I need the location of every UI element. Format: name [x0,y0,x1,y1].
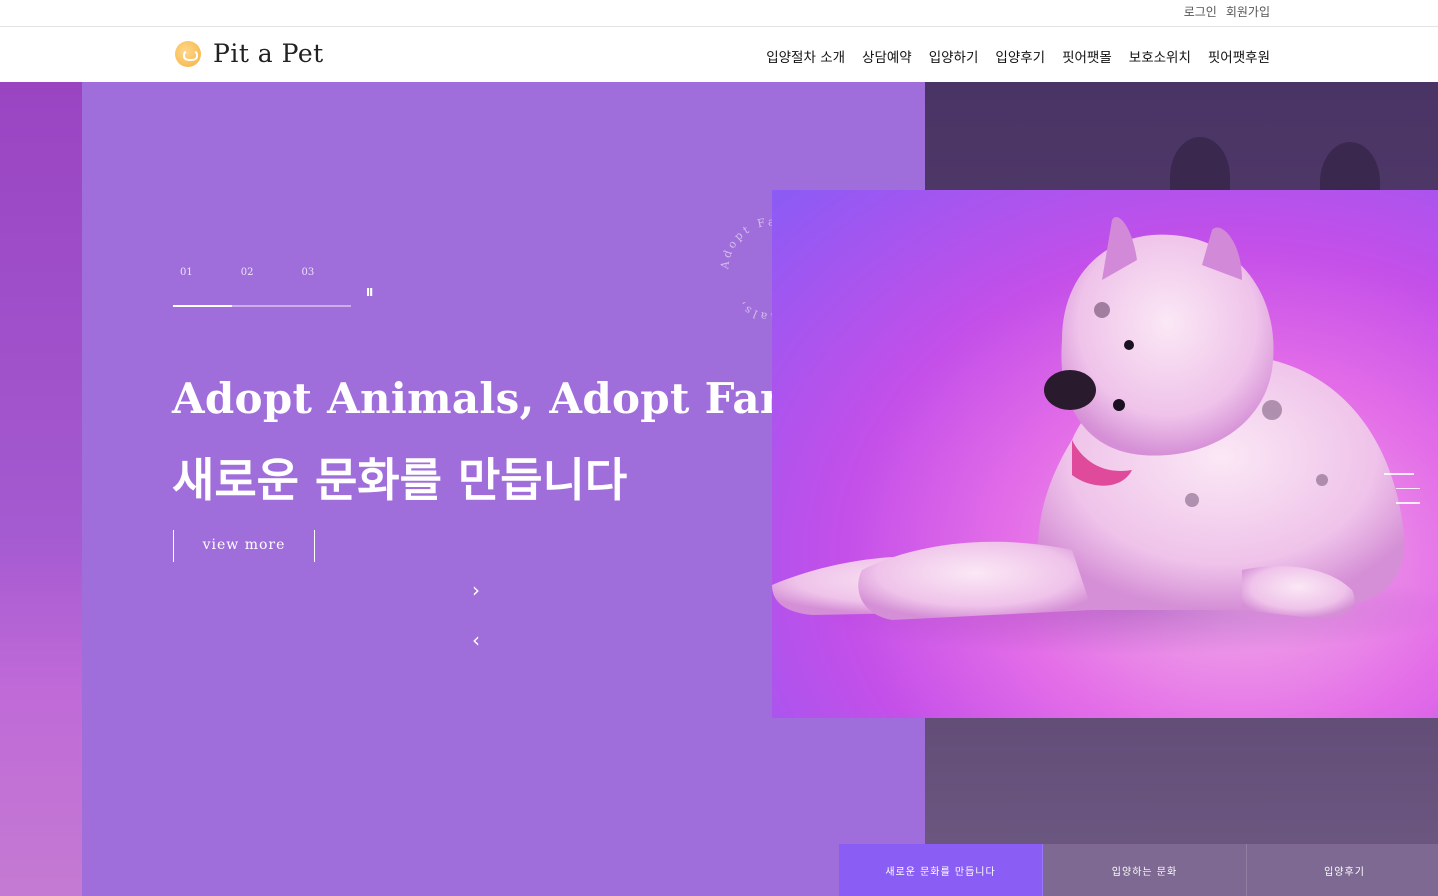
menu-line [1396,502,1420,504]
main-header: Pit a Pet 입양절차 소개 상담예약 입양하기 입양후기 핏어팻몰 보호… [0,27,1438,82]
slide-number[interactable]: 01 [180,267,193,278]
tab-adoption-reviews[interactable]: 입양후기 [1247,844,1438,896]
prev-arrow-icon[interactable]: ‹ [466,628,486,652]
site-logo[interactable]: Pit a Pet [175,39,324,68]
hero-headline-ko: 새로운 문화를 만듭니다 [172,453,628,507]
nav-item-donate[interactable]: 핏어팻후원 [1208,46,1270,66]
progress-fill [173,305,232,307]
hero-slider: Adopt Family Adopt Animals, 01 02 03 II … [0,82,1438,896]
paw-logo-icon [175,40,201,67]
french-bulldog-image [772,216,1438,655]
nav-item-reviews[interactable]: 입양후기 [995,46,1045,66]
nav-item-shelter-location[interactable]: 보호소위치 [1129,46,1191,66]
utility-links: 로그인 회원가입 [1184,3,1270,20]
logo-text: Pit a Pet [213,39,324,68]
slide-number[interactable]: 03 [301,267,314,278]
pause-button[interactable]: II [366,286,373,299]
next-arrow-icon[interactable]: › [466,578,486,602]
login-link[interactable]: 로그인 [1184,3,1217,20]
hero-dog-photo [772,190,1438,718]
top-utility-bar: 로그인 회원가입 [0,0,1438,27]
slide-number[interactable]: 02 [241,267,254,278]
nav-item-adoption-process[interactable]: 입양절차 소개 [766,46,845,66]
view-more-button[interactable]: view more [173,530,315,562]
main-nav: 입양절차 소개 상담예약 입양하기 입양후기 핏어팻몰 보호소위치 핏어팻후원 [766,46,1270,66]
menu-line [1396,487,1420,489]
menu-line [1384,473,1414,475]
tab-adoption-culture[interactable]: 입양하는 문화 [1043,844,1247,896]
side-menu-icon[interactable] [1384,473,1424,517]
hero-left-strip [0,82,82,896]
signup-link[interactable]: 회원가입 [1226,3,1270,20]
nav-item-consult-booking[interactable]: 상담예약 [862,46,912,66]
tab-new-culture[interactable]: 새로운 문화를 만듭니다 [839,844,1043,896]
slide-numbers: 01 02 03 [173,267,351,278]
nav-item-adopt[interactable]: 입양하기 [929,46,979,66]
hero-headline-en: Adopt Animals, Adopt Family [172,374,862,423]
slide-progress: 01 02 03 [173,267,351,307]
bottom-tabs: 새로운 문화를 만듭니다 입양하는 문화 입양후기 [839,844,1438,896]
nav-item-mall[interactable]: 핏어팻몰 [1062,46,1112,66]
